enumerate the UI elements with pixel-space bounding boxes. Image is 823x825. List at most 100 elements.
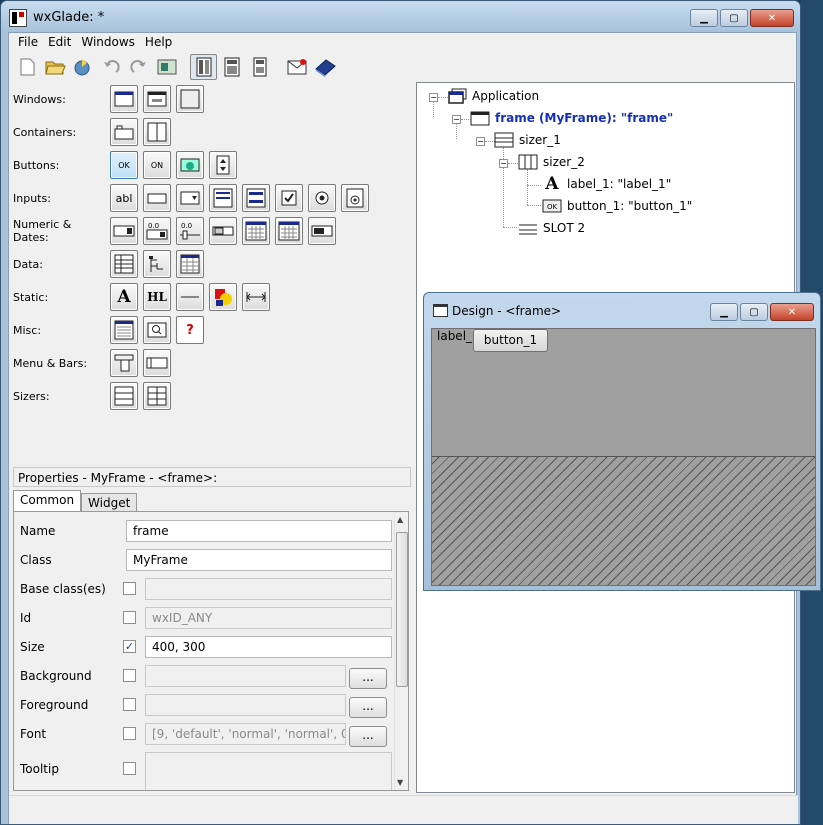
toolbar-icon[interactable] <box>143 349 171 377</box>
menubar-icon[interactable] <box>110 349 138 377</box>
design-maximize-button[interactable]: ▢ <box>740 303 768 321</box>
notebook-icon[interactable] <box>110 118 138 146</box>
slider-icon[interactable]: 0.0 <box>176 217 204 245</box>
panel-icon[interactable] <box>176 85 204 113</box>
expander-application[interactable]: − <box>429 93 438 102</box>
tree-node-application[interactable]: Application <box>447 86 539 106</box>
preview-icon[interactable] <box>153 54 180 80</box>
design-minimize-button[interactable]: ▁ <box>710 303 738 321</box>
layout-2-icon[interactable] <box>218 54 245 80</box>
spacer-icon[interactable] <box>242 283 270 311</box>
undo-icon[interactable] <box>97 54 124 80</box>
listctrl-icon[interactable] <box>176 250 204 278</box>
tree-node-sizer-1[interactable]: sizer_1 <box>494 130 561 150</box>
scrollbar-icon[interactable] <box>209 217 237 245</box>
splitter-icon[interactable] <box>143 118 171 146</box>
empty-slot-area[interactable] <box>432 456 815 585</box>
html-icon[interactable] <box>110 316 138 344</box>
menu-edit[interactable]: Edit <box>43 33 76 52</box>
tree-node-button-1[interactable]: OK button_1: "button_1" <box>542 196 692 216</box>
checkbox-icon[interactable] <box>275 184 303 212</box>
expander-frame[interactable]: − <box>452 115 461 124</box>
properties-tabs: Common Widget <box>13 490 138 511</box>
palette-button[interactable]: abl <box>110 184 138 212</box>
design-canvas[interactable]: label_1 button_1 <box>431 328 816 586</box>
open-icon[interactable] <box>41 54 68 80</box>
spinctrl-icon[interactable] <box>110 217 138 245</box>
book-icon[interactable] <box>311 54 338 80</box>
calendar-icon[interactable] <box>242 217 270 245</box>
property-value-field[interactable]: wxID_ANY <box>145 607 392 629</box>
dialog-icon[interactable] <box>143 85 171 113</box>
menu-help[interactable]: Help <box>140 33 177 52</box>
new-icon[interactable] <box>13 54 40 80</box>
property-value-field[interactable] <box>145 665 346 687</box>
spinctrl-double-icon[interactable]: 0.0 <box>143 217 171 245</box>
ellipsis-button[interactable]: ... <box>349 668 387 689</box>
palette-row: Data: <box>13 249 209 279</box>
radiobox-icon[interactable] <box>341 184 369 212</box>
ellipsis-button[interactable]: ... <box>349 697 387 718</box>
property-value-field[interactable]: MyFrame <box>126 549 392 571</box>
menu-file[interactable]: File <box>13 33 43 52</box>
tab-common[interactable]: Common <box>13 490 82 511</box>
gridsizer-icon[interactable] <box>143 382 171 410</box>
tree-node-slot-2[interactable]: SLOT 2 <box>518 218 585 238</box>
palette-button[interactable]: A <box>110 283 138 311</box>
gauge-icon[interactable] <box>308 217 336 245</box>
property-value-field[interactable] <box>145 694 346 716</box>
design-button-1[interactable]: button_1 <box>473 329 548 352</box>
title-bar[interactable]: wxGlade: * ▁ ▢ ✕ <box>1 1 800 32</box>
datepicker-icon[interactable] <box>275 217 303 245</box>
line-icon[interactable] <box>176 283 204 311</box>
property-value-field[interactable]: frame <box>126 520 392 542</box>
bitmap-icon[interactable] <box>209 283 237 311</box>
property-checkbox[interactable] <box>123 611 136 624</box>
treectrl-icon[interactable] <box>143 250 171 278</box>
property-value-field[interactable]: [9, 'default', 'normal', 'normal', 0, 'S… <box>145 723 346 745</box>
menu-windows[interactable]: Windows <box>76 33 140 52</box>
palette-button[interactable]: OK <box>110 151 138 179</box>
property-checkbox[interactable] <box>123 582 136 595</box>
frame-icon[interactable] <box>110 85 138 113</box>
redo-icon[interactable] <box>125 54 152 80</box>
listbox-icon[interactable] <box>209 184 237 212</box>
tree-node-sizer-2[interactable]: sizer_2 <box>518 152 585 172</box>
email-icon[interactable] <box>283 54 310 80</box>
design-close-button[interactable]: ✕ <box>770 303 814 321</box>
svg-text:0.0: 0.0 <box>181 222 192 230</box>
checklist-icon[interactable] <box>242 184 270 212</box>
tab-widget[interactable]: Widget <box>81 493 138 511</box>
layout-3-icon[interactable] <box>246 54 273 80</box>
close-button[interactable]: ✕ <box>750 9 794 27</box>
property-value-field[interactable]: 400, 300 <box>145 636 392 658</box>
minimize-button[interactable]: ▁ <box>690 9 718 27</box>
tree-node-frame[interactable]: frame (MyFrame): "frame" <box>470 108 673 128</box>
radio-icon[interactable] <box>308 184 336 212</box>
layout-1-icon[interactable] <box>190 54 217 80</box>
property-checkbox[interactable]: ✓ <box>123 640 136 653</box>
property-checkbox[interactable] <box>123 727 136 740</box>
expander-sizer-2[interactable]: − <box>499 159 508 168</box>
property-checkbox[interactable] <box>123 698 136 711</box>
save-icon[interactable] <box>69 54 96 80</box>
expander-sizer-1[interactable]: − <box>476 137 485 146</box>
spin-button-icon[interactable] <box>209 151 237 179</box>
grid-icon[interactable] <box>110 250 138 278</box>
property-checkbox[interactable] <box>123 669 136 682</box>
maximize-button[interactable]: ▢ <box>720 9 748 27</box>
tree-node-label-1[interactable]: A label_1: "label_1" <box>542 174 671 194</box>
choice-icon[interactable] <box>176 184 204 212</box>
palette-button[interactable]: ? <box>176 316 204 344</box>
combo-icon[interactable] <box>143 184 171 212</box>
palette-button[interactable]: HL <box>143 283 171 311</box>
property-value-field[interactable] <box>145 752 392 790</box>
ellipsis-button[interactable]: ... <box>349 726 387 747</box>
boxsizer-icon[interactable] <box>110 382 138 410</box>
menu-bar: File Edit Windows Help <box>9 33 796 52</box>
search-icon[interactable] <box>143 316 171 344</box>
property-checkbox[interactable] <box>123 762 136 775</box>
property-value-field[interactable] <box>145 578 392 600</box>
palette-button[interactable]: ON <box>143 151 171 179</box>
bitmap-button-icon[interactable] <box>176 151 204 179</box>
